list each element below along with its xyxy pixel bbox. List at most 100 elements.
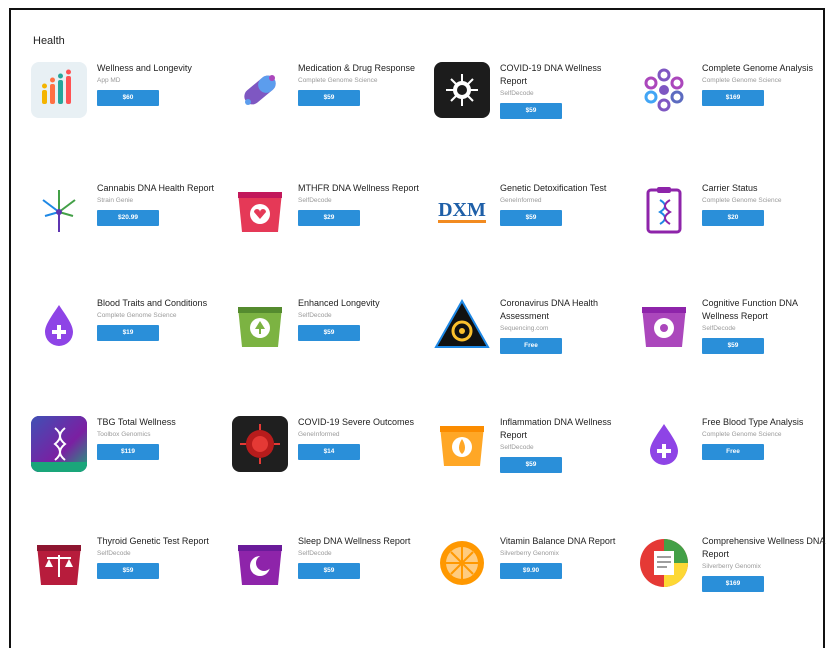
- product-card-comprehensive-wellness-dna-report[interactable]: Comprehensive Wellness DNA Report Silverb…: [636, 535, 836, 645]
- virus-red-icon[interactable]: [232, 416, 288, 472]
- product-vendor: Complete Genome Science: [97, 312, 177, 319]
- product-name[interactable]: Free Blood Type Analysis: [702, 416, 832, 429]
- price-button[interactable]: $169: [702, 576, 764, 592]
- price-button[interactable]: $59: [500, 103, 562, 119]
- moon-icon[interactable]: [232, 535, 288, 591]
- price-button[interactable]: $59: [500, 457, 562, 473]
- price-button[interactable]: $119: [97, 444, 159, 460]
- tree-icon[interactable]: [232, 297, 288, 353]
- product-info: Coronavirus DNA Health Assessment Sequenc…: [500, 297, 630, 354]
- product-card-coronavirus-dna-health-assessment[interactable]: Coronavirus DNA Health Assessment Sequenc…: [434, 297, 634, 407]
- price-button[interactable]: $60: [97, 90, 159, 106]
- price-button[interactable]: Free: [500, 338, 562, 354]
- product-vendor: SelfDecode: [702, 325, 736, 332]
- product-info: Sleep DNA Wellness Report SelfDecode $59: [298, 535, 428, 579]
- clipboard-dna-icon[interactable]: [636, 182, 692, 238]
- product-card-vitamin-balance-dna-report[interactable]: Vitamin Balance DNA Report Silverberry Ge…: [434, 535, 634, 645]
- report-sheet-icon[interactable]: [636, 535, 692, 591]
- blood-drop-icon[interactable]: [636, 416, 692, 472]
- product-card-medication-drug-response[interactable]: Medication & Drug Response Complete Genom…: [232, 62, 432, 172]
- product-info: Inflammation DNA Wellness Report SelfDeco…: [500, 416, 630, 473]
- biohazard-icon[interactable]: [434, 297, 490, 353]
- product-vendor: Complete Genome Science: [702, 197, 782, 204]
- product-card-blood-traits-and-conditions[interactable]: Blood Traits and Conditions Complete Geno…: [31, 297, 231, 407]
- product-name[interactable]: MTHFR DNA Wellness Report: [298, 182, 428, 195]
- product-info: Free Blood Type Analysis Complete Genome …: [702, 416, 832, 460]
- product-name[interactable]: Comprehensive Wellness DNA Report: [702, 535, 832, 561]
- product-card-wellness-and-longevity[interactable]: Wellness and Longevity App MD $60: [31, 62, 231, 172]
- flame-icon[interactable]: [434, 416, 490, 472]
- product-name[interactable]: Coronavirus DNA Health Assessment: [500, 297, 630, 323]
- product-card-genetic-detoxification-test[interactable]: DXM Genetic Detoxification Test GeneInform…: [434, 182, 634, 292]
- product-card-mthfr-dna-wellness-report[interactable]: MTHFR DNA Wellness Report SelfDecode $29: [232, 182, 432, 292]
- product-vendor: Complete Genome Science: [298, 77, 378, 84]
- product-name[interactable]: Blood Traits and Conditions: [97, 297, 227, 310]
- product-vendor: Sequencing.com: [500, 325, 549, 332]
- product-name[interactable]: COVID-19 Severe Outcomes: [298, 416, 428, 429]
- product-card-enhanced-longevity[interactable]: Enhanced Longevity SelfDecode $59: [232, 297, 432, 407]
- product-name[interactable]: Cannabis DNA Health Report: [97, 182, 227, 195]
- product-name[interactable]: Genetic Detoxification Test: [500, 182, 630, 195]
- price-button[interactable]: $59: [97, 563, 159, 579]
- product-card-sleep-dna-wellness-report[interactable]: Sleep DNA Wellness Report SelfDecode $59: [232, 535, 432, 645]
- product-vendor: Silverberry Genomix: [500, 550, 559, 557]
- price-button[interactable]: $59: [500, 210, 562, 226]
- product-card-covid-19-dna-wellness-report[interactable]: COVID-19 DNA Wellness Report SelfDecode $5…: [434, 62, 634, 172]
- product-card-thyroid-genetic-test-report[interactable]: Thyroid Genetic Test Report SelfDecode $59: [31, 535, 231, 645]
- pill-icon[interactable]: [232, 62, 288, 118]
- app-window: Health Wellness and Longevity App MD $60 Me…: [9, 8, 825, 648]
- product-info: Cannabis DNA Health Report Strain Genie $2…: [97, 182, 227, 226]
- product-card-cognitive-function-dna-wellness-report[interactable]: Cognitive Function DNA Wellness Report Se…: [636, 297, 836, 407]
- product-info: Complete Genome Analysis Complete Genome …: [702, 62, 832, 106]
- price-button[interactable]: $29: [298, 210, 360, 226]
- price-button[interactable]: $9.90: [500, 563, 562, 579]
- svg-text:DXM: DXM: [438, 199, 486, 221]
- price-button[interactable]: $20.99: [97, 210, 159, 226]
- pill-box-icon[interactable]: [232, 182, 288, 238]
- dxm-logo-icon[interactable]: DXM: [434, 182, 490, 238]
- product-name[interactable]: Sleep DNA Wellness Report: [298, 535, 428, 548]
- product-info: MTHFR DNA Wellness Report SelfDecode $29: [298, 182, 428, 226]
- bar-chart-icon[interactable]: [31, 62, 87, 118]
- genome-wheel-icon[interactable]: [636, 62, 692, 118]
- product-card-cannabis-dna-health-report[interactable]: Cannabis DNA Health Report Strain Genie $2…: [31, 182, 231, 292]
- blood-drop-icon[interactable]: [31, 297, 87, 353]
- price-button[interactable]: $20: [702, 210, 764, 226]
- product-name[interactable]: COVID-19 DNA Wellness Report: [500, 62, 630, 88]
- product-card-inflammation-dna-wellness-report[interactable]: Inflammation DNA Wellness Report SelfDeco…: [434, 416, 634, 526]
- product-info: COVID-19 Severe Outcomes GeneInformed $14: [298, 416, 428, 460]
- product-name[interactable]: TBG Total Wellness: [97, 416, 227, 429]
- product-name[interactable]: Medication & Drug Response: [298, 62, 428, 75]
- product-name[interactable]: Carrier Status: [702, 182, 832, 195]
- product-name[interactable]: Enhanced Longevity: [298, 297, 428, 310]
- orange-slice-icon[interactable]: [434, 535, 490, 591]
- tbg-logo-icon[interactable]: [31, 416, 87, 472]
- product-name[interactable]: Inflammation DNA Wellness Report: [500, 416, 630, 442]
- cannabis-leaf-icon[interactable]: [31, 182, 87, 238]
- price-button[interactable]: Free: [702, 444, 764, 460]
- price-button[interactable]: $59: [298, 90, 360, 106]
- product-name[interactable]: Vitamin Balance DNA Report: [500, 535, 630, 548]
- product-card-free-blood-type-analysis[interactable]: Free Blood Type Analysis Complete Genome …: [636, 416, 836, 526]
- product-card-complete-genome-analysis[interactable]: Complete Genome Analysis Complete Genome …: [636, 62, 836, 172]
- product-name[interactable]: Complete Genome Analysis: [702, 62, 832, 75]
- price-button[interactable]: $19: [97, 325, 159, 341]
- product-card-tbg-total-wellness[interactable]: TBG Total Wellness Toolbox Genomics $119: [31, 416, 231, 526]
- scales-icon[interactable]: [31, 535, 87, 591]
- price-button[interactable]: $14: [298, 444, 360, 460]
- product-name[interactable]: Thyroid Genetic Test Report: [97, 535, 227, 548]
- product-info: Blood Traits and Conditions Complete Geno…: [97, 297, 227, 341]
- brain-gear-icon[interactable]: [636, 297, 692, 353]
- product-card-covid-19-severe-outcomes[interactable]: COVID-19 Severe Outcomes GeneInformed $14: [232, 416, 432, 526]
- product-card-carrier-status[interactable]: Carrier Status Complete Genome Science $20: [636, 182, 836, 292]
- product-info: Carrier Status Complete Genome Science $20: [702, 182, 832, 226]
- product-vendor: Toolbox Genomics: [97, 431, 151, 438]
- price-button[interactable]: $59: [702, 338, 764, 354]
- price-button[interactable]: $59: [298, 325, 360, 341]
- product-info: Enhanced Longevity SelfDecode $59: [298, 297, 428, 341]
- product-name[interactable]: Wellness and Longevity: [97, 62, 227, 75]
- product-name[interactable]: Cognitive Function DNA Wellness Report: [702, 297, 832, 323]
- price-button[interactable]: $169: [702, 90, 764, 106]
- price-button[interactable]: $59: [298, 563, 360, 579]
- virus-icon[interactable]: [434, 62, 490, 118]
